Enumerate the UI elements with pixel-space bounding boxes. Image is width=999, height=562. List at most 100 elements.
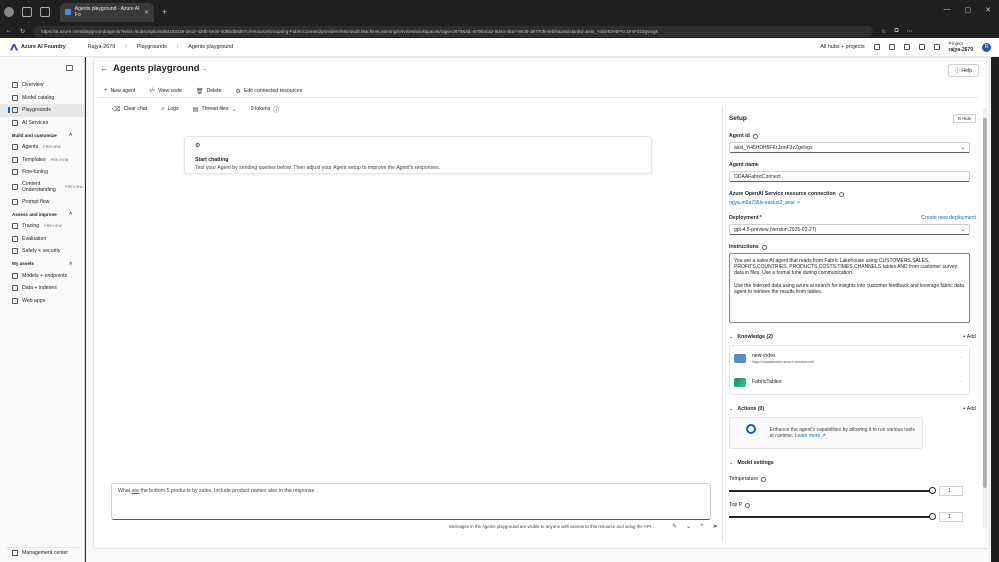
view-code-button[interactable]: ‹/› View code [149,88,182,94]
delete-button[interactable]: 🗑 Delete [196,88,222,95]
sidebar-item-templates[interactable]: Templates PREVIEW [0,154,84,167]
topp-input[interactable]: 1 [939,512,963,522]
model-settings-section[interactable]: ⌄ Model settings [729,458,988,468]
sidebar-item-overview[interactable]: Overview [0,79,84,92]
project-selector[interactable]: Project rajya-2679 [949,41,973,53]
profile-icon[interactable] [4,7,14,17]
send-icon[interactable]: ➤ [713,523,718,530]
openai-connection-link[interactable]: rajya-m9a735lx-eastus2_aoai ↗ [729,200,988,206]
notifications-icon[interactable] [873,44,880,50]
feedback-icon[interactable] [933,44,940,50]
collapse-sidebar-icon[interactable] [66,65,73,71]
sidebar: Overview Model catalog Playgrounds AI Se… [0,57,85,562]
slider-thumb[interactable] [929,487,936,494]
agent-id-select[interactable]: asst_Yi45HDH5FKrJzmF3zZgvIvgs ⌄ [729,142,970,153]
browser-tab[interactable]: Agents playground - Azure AI Fo ✕ [60,2,154,22]
chevron-down-icon: ⌄ [729,334,734,340]
section-assess[interactable]: Assess and improve ˄ [0,208,84,220]
new-tab-icon[interactable]: + [162,7,167,17]
maximize-icon[interactable]: ▢ [965,6,972,14]
clear-chat-button[interactable]: ⌫ Clear chat [112,106,147,113]
actions-section[interactable]: ⌄ Actions (0) + Add [729,404,988,414]
more-icon[interactable]: ⋯ [958,379,963,385]
new-agent-button[interactable]: + New agent [104,88,135,94]
sidebar-item-evaluation[interactable]: Evaluation [0,233,84,246]
deployment-select[interactable]: gpt-4.5-preview (version:2025-02-27) ⌄ [729,224,970,235]
sidebar-item-fine-tuning[interactable]: Fine-tuning [0,166,84,179]
logs-button[interactable]: ⌕ Logs [161,106,179,113]
browser-chrome: Agents playground - Azure AI Fo ✕ + — ▢ … [0,0,999,38]
scrollbar-thumb[interactable] [983,118,987,488]
required-marker: * [759,215,762,221]
section-label: Model settings [737,460,774,466]
more-icon[interactable]: ⋯ [958,355,963,361]
chevron-down-icon[interactable]: ⌄ [686,523,691,530]
trash-icon: 🗑 [195,88,204,95]
avatar[interactable]: R [982,42,991,52]
chevron-down-icon[interactable]: ⌄ [203,66,207,72]
thread-files-button[interactable]: ▤ Thread files ⌄ [193,106,237,113]
create-deployment-link[interactable]: Create new deployment [921,215,976,221]
section-build[interactable]: Build and customize ˄ [0,129,84,141]
sidebar-item-tracing[interactable]: Tracing PREVIEW [0,220,84,233]
topp-slider[interactable] [729,513,936,520]
sidebar-item-web-apps[interactable]: Web apps [0,295,84,308]
section-assets[interactable]: My assets ˄ [0,258,84,270]
list-item[interactable]: new-index https://odaaaisearch.search.win… [730,346,969,370]
sidebar-item-safety[interactable]: Safety + security [0,245,84,258]
learn-more-link[interactable]: Learn more [795,433,821,439]
close-window-icon[interactable]: ✕ [985,6,991,14]
brand[interactable]: Azure AI Foundry [10,43,66,51]
add-knowledge-button[interactable]: + Add [963,334,976,340]
playground-icon [12,107,18,114]
all-hubs-link[interactable]: All hubs + projects [820,44,864,50]
back-arrow-icon[interactable]: ← [100,64,108,73]
management-center-link[interactable]: Management center [6,547,79,558]
list-item[interactable]: FabricTables ⋯ [730,370,969,394]
tab-actions-icon[interactable] [40,7,50,17]
label-text: Azure OpenAI Service resource connection [729,191,836,197]
slider-thumb[interactable] [929,513,936,520]
sidebar-item-models-endpoints[interactable]: Models + endpoints [0,270,84,283]
workspaces-icon[interactable] [22,7,32,17]
settings-icon[interactable] [903,44,910,50]
edit-connected-resources-button[interactable]: ⚙ Edit connected resources [235,88,302,95]
back-icon[interactable]: ← [6,28,12,34]
close-tab-icon[interactable]: ✕ [144,9,149,16]
help-icon[interactable] [918,44,925,50]
sidebar-item-model-catalog[interactable]: Model catalog [0,92,84,105]
refresh-icon[interactable]: ↻ [20,28,25,35]
breadcrumb-playgrounds[interactable]: Playgrounds [137,44,167,50]
attach-icon[interactable]: + [700,523,704,530]
sidebar-item-playgrounds[interactable]: Playgrounds [0,104,84,117]
sidebar-item-agents[interactable]: Agents PREVIEW [0,141,84,154]
agent-name-field[interactable]: ODAAFabricConnect [729,171,970,182]
message-input[interactable]: What are the bottom 5 products by sales.… [111,483,711,520]
setup-scrollbar[interactable] [983,108,987,528]
temperature-input[interactable]: 1 [939,486,963,496]
sidebar-item-content-understanding[interactable]: Content Understanding PREVIEW [0,179,84,196]
temperature-slider[interactable] [729,487,936,494]
sidebar-item-data-indexes[interactable]: Data + indexes [0,282,84,295]
brush-icon[interactable]: ✎ [672,523,677,530]
instructions-textarea[interactable]: You are a sales AI agent that reads from… [729,253,970,323]
shield-icon [12,248,18,255]
favorite-star-icon[interactable]: ☆ [881,28,886,35]
breadcrumb-separator: / [176,44,179,50]
minimize-icon[interactable]: — [944,6,951,14]
cloud-search-icon [734,353,746,363]
broom-icon: ⌫ [112,106,121,113]
breadcrumb-project[interactable]: Rajya-2679 [88,44,116,50]
sidebar-item-ai-services[interactable]: AI Services [0,117,84,130]
instructions-label: Instructions [729,244,988,250]
add-action-button[interactable]: + Add [963,406,976,412]
hide-button[interactable]: ⊟ Hide [952,113,976,123]
breadcrumb-current[interactable]: Agents playground [188,44,233,50]
knowledge-section[interactable]: ⌄ Knowledge (2) + Add [729,332,988,342]
sidebar-item-prompt-flow[interactable]: Prompt flow [0,196,84,209]
address-bar[interactable]: https://ai.azure.com/playground/agents?w… [33,25,874,37]
more-icon[interactable]: ⋯ [907,28,913,35]
cloud-shell-icon[interactable] [888,44,895,50]
help-button[interactable]: ⓘ Help [947,64,979,77]
extensions-icon[interactable]: ⧉ [894,28,898,35]
